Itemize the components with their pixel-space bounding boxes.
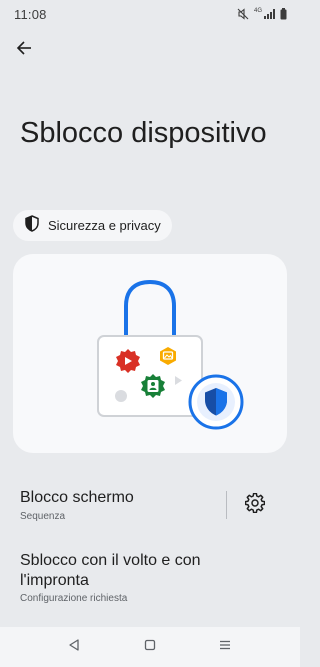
navigation-bar: [0, 627, 300, 667]
security-privacy-chip[interactable]: Sicurezza e privacy: [13, 210, 172, 241]
status-bar: 11:08 4G: [0, 0, 300, 28]
face-fingerprint-unlock-row[interactable]: Sblocco con il volto e con l'impronta Co…: [0, 549, 300, 609]
padlock-illustration: [97, 279, 244, 430]
status-icons: 4G: [237, 8, 287, 20]
nav-recents-button[interactable]: [215, 639, 235, 655]
back-button[interactable]: [12, 38, 36, 62]
arrow-back-icon: [16, 40, 32, 61]
status-time: 11:08: [14, 6, 47, 22]
mute-icon: [237, 8, 249, 20]
battery-icon: [280, 8, 287, 20]
nav-home-button[interactable]: [140, 639, 160, 655]
nav-home-icon: [144, 638, 156, 656]
screen-lock-row[interactable]: Blocco schermo Sequenza: [0, 485, 300, 529]
network-type: 4G: [253, 8, 262, 14]
face-fingerprint-title: Sblocco con il volto e con l'impronta: [20, 552, 201, 589]
gear-icon: [244, 492, 266, 518]
screen-lock-settings-button[interactable]: [243, 492, 267, 518]
chip-label: Sicurezza e privacy: [48, 218, 161, 233]
nav-recents-icon: [219, 638, 231, 656]
nav-back-button[interactable]: [64, 639, 84, 655]
face-fingerprint-subtitle: Configurazione richiesta: [20, 593, 128, 604]
nav-back-icon: [68, 638, 80, 656]
screen-lock-subtitle: Sequenza: [20, 511, 66, 522]
screen-lock-title: Blocco schermo: [20, 489, 134, 506]
row-divider: [226, 491, 227, 519]
page-title: Sblocco dispositivo: [20, 117, 267, 149]
illustration-card: [13, 254, 287, 453]
signal-icon: [264, 9, 275, 19]
shield-icon: [24, 214, 40, 237]
